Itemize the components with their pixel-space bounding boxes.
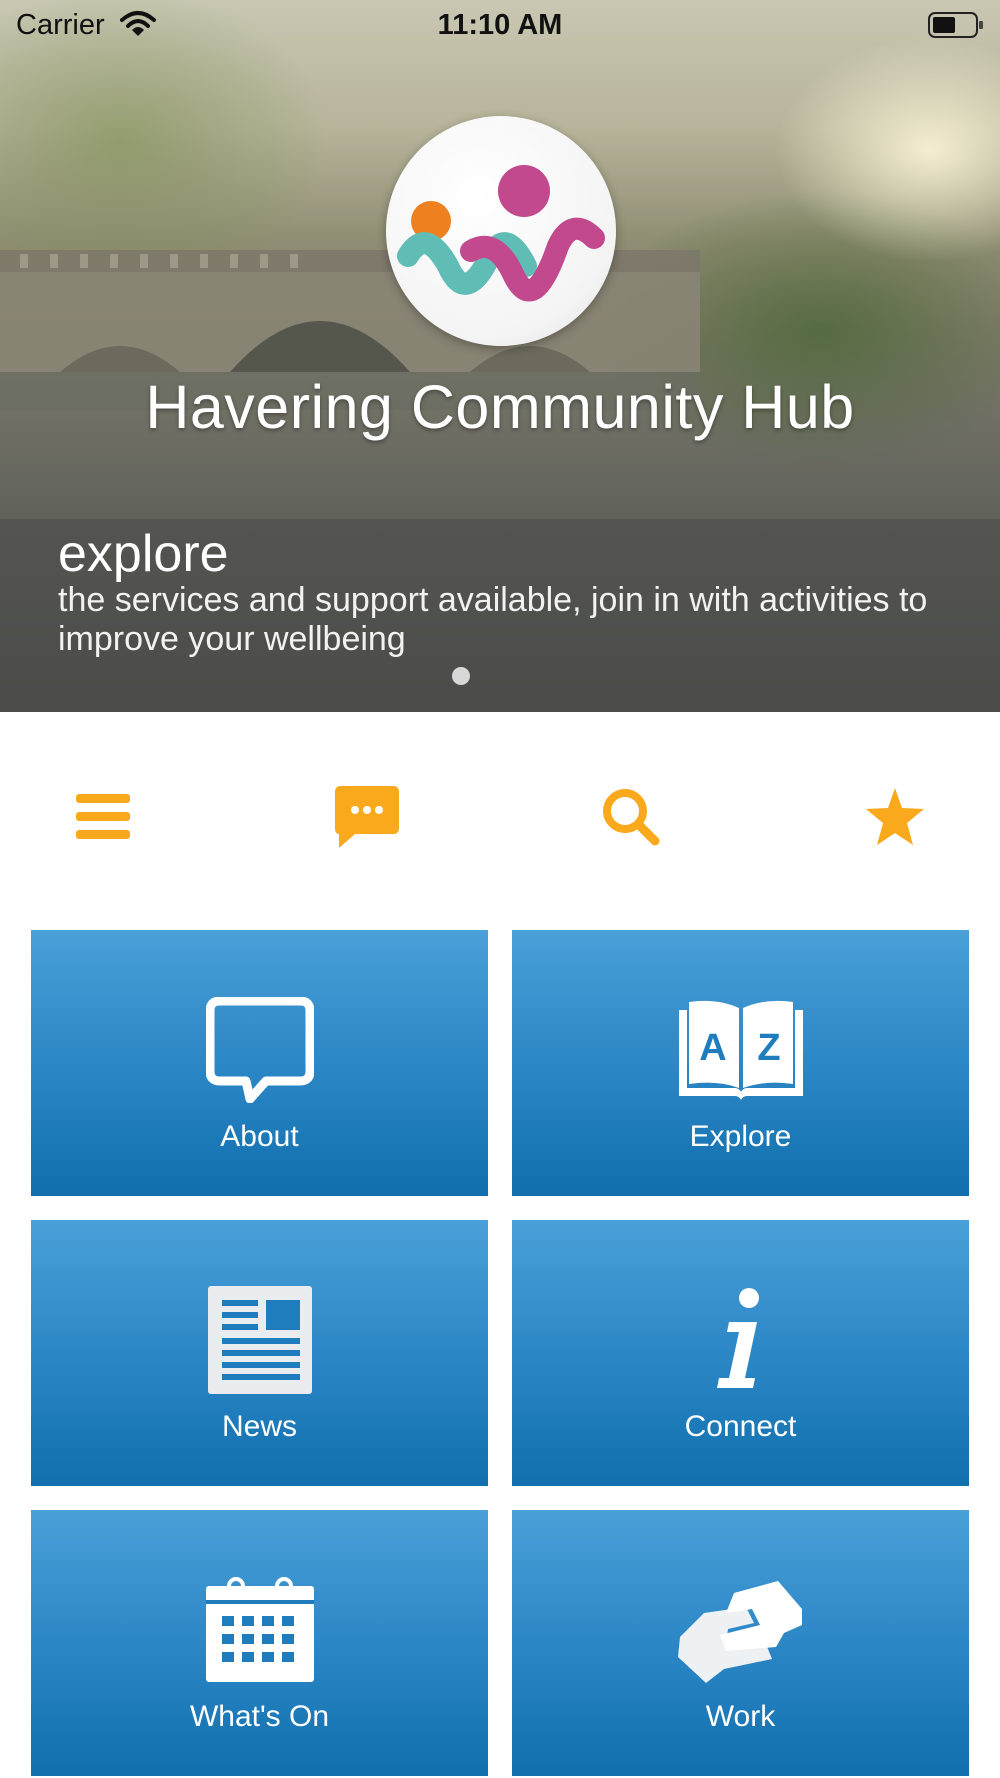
tile-label: Work [705, 1700, 776, 1733]
battery-icon [928, 12, 983, 38]
logo-mark [397, 165, 605, 302]
carousel-caption[interactable]: explore the services and support availab… [0, 519, 1000, 712]
search-icon [603, 789, 660, 846]
app-title: Havering Community Hub [145, 373, 855, 441]
slide-heading: explore [58, 525, 229, 583]
search-button[interactable] [586, 772, 676, 862]
hero-banner: Havering Community Hub explore the servi… [0, 0, 1000, 712]
svg-text:Z: Z [757, 1027, 780, 1069]
calendar-icon [205, 1577, 314, 1682]
clock: 11:10 AM [437, 9, 563, 41]
tile-label: News [221, 1410, 297, 1443]
handshake-icon [677, 1581, 802, 1683]
tile-news[interactable]: News [31, 1220, 488, 1486]
menu-button[interactable] [58, 772, 148, 862]
tile-label: What's On [189, 1700, 330, 1733]
tile-label: Explore [689, 1120, 792, 1153]
page-indicator-dot[interactable] [452, 667, 470, 685]
tile-label: About [220, 1120, 299, 1153]
tile-label: Connect [684, 1410, 797, 1443]
star-icon [866, 788, 924, 845]
tile-explore[interactable]: A Z Explore [512, 930, 969, 1196]
toolbar [0, 712, 1000, 912]
info-icon [716, 1288, 759, 1388]
tile-whats-on[interactable]: What's On [31, 1510, 488, 1776]
slide-text: the services and support available, join… [58, 581, 928, 658]
speech-bubble-icon [205, 997, 314, 1103]
tile-about[interactable]: About [31, 930, 488, 1196]
svg-text:A: A [699, 1027, 726, 1069]
tile-connect[interactable]: Connect [512, 1220, 969, 1486]
chat-button[interactable] [322, 772, 412, 862]
tile-work[interactable]: Work [512, 1510, 969, 1776]
favourites-button[interactable] [850, 772, 940, 862]
newspaper-icon [207, 1286, 312, 1394]
hub-logo [386, 116, 616, 346]
menu-icon [76, 794, 130, 839]
az-book-icon: A Z [678, 1000, 803, 1100]
chat-icon [335, 786, 399, 848]
status-bar: Carrier 11:10 AM [0, 0, 1000, 50]
